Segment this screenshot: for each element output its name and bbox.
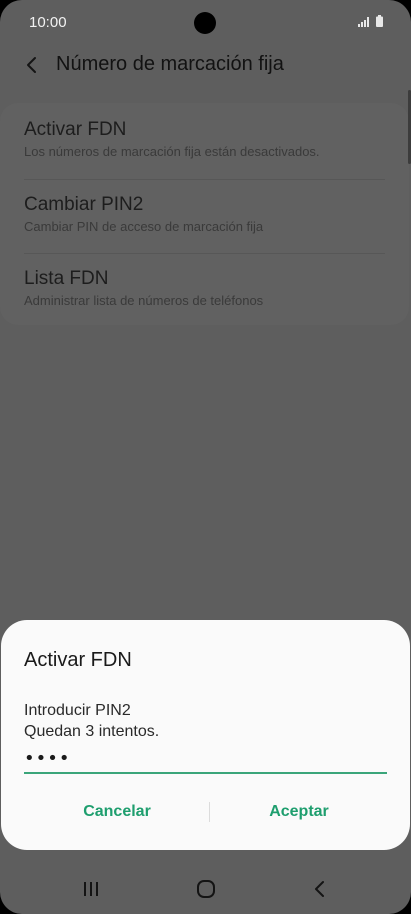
activar-fdn-dialog: Activar FDN Introducir PIN2 Quedan 3 int… (1, 620, 410, 850)
setting-subtitle: Cambiar PIN de acceso de marcación fija (24, 219, 264, 234)
status-bar: 10:00 (0, 0, 411, 46)
setting-item-lista-fdn[interactable]: Lista FDN Administrar lista de números d… (0, 268, 409, 342)
camera-cutout (194, 12, 216, 34)
settings-card: Activar FDN Los números de marcación fij… (0, 103, 409, 325)
setting-title: Activar FDN (24, 119, 127, 140)
navigation-bar (0, 864, 411, 914)
divider (24, 253, 385, 254)
page-title: Número de marcación fija (56, 53, 284, 75)
signal-icon (358, 17, 370, 27)
dialog-attempts: Quedan 3 intentos. (24, 723, 160, 740)
dialog-title: Activar FDN (24, 649, 132, 671)
accept-button[interactable]: Aceptar (209, 794, 389, 830)
home-icon[interactable] (194, 878, 218, 900)
battery-icon (376, 15, 383, 27)
setting-subtitle: Los números de marcación fija están desa… (24, 144, 320, 159)
status-time: 10:00 (29, 14, 67, 31)
setting-title: Lista FDN (24, 268, 109, 289)
dialog-prompt: Introducir PIN2 (24, 702, 131, 719)
setting-subtitle: Administrar lista de números de teléfono… (24, 293, 264, 308)
app-header: Número de marcación fija (0, 46, 411, 86)
recents-icon[interactable] (79, 878, 103, 900)
back-icon[interactable] (308, 878, 332, 900)
back-arrow-icon[interactable] (24, 55, 40, 75)
divider (24, 179, 385, 180)
status-icons (358, 15, 383, 27)
setting-item-cambiar-pin2[interactable]: Cambiar PIN2 Cambiar PIN de acceso de ma… (0, 194, 409, 268)
setting-item-activar-fdn[interactable]: Activar FDN Los números de marcación fij… (0, 119, 409, 193)
setting-title: Cambiar PIN2 (24, 194, 144, 215)
cancel-button[interactable]: Cancelar (27, 794, 207, 830)
pin2-input[interactable] (24, 744, 387, 774)
phone-screen: 10:00 Número de marcación fija Activar F… (0, 0, 411, 914)
